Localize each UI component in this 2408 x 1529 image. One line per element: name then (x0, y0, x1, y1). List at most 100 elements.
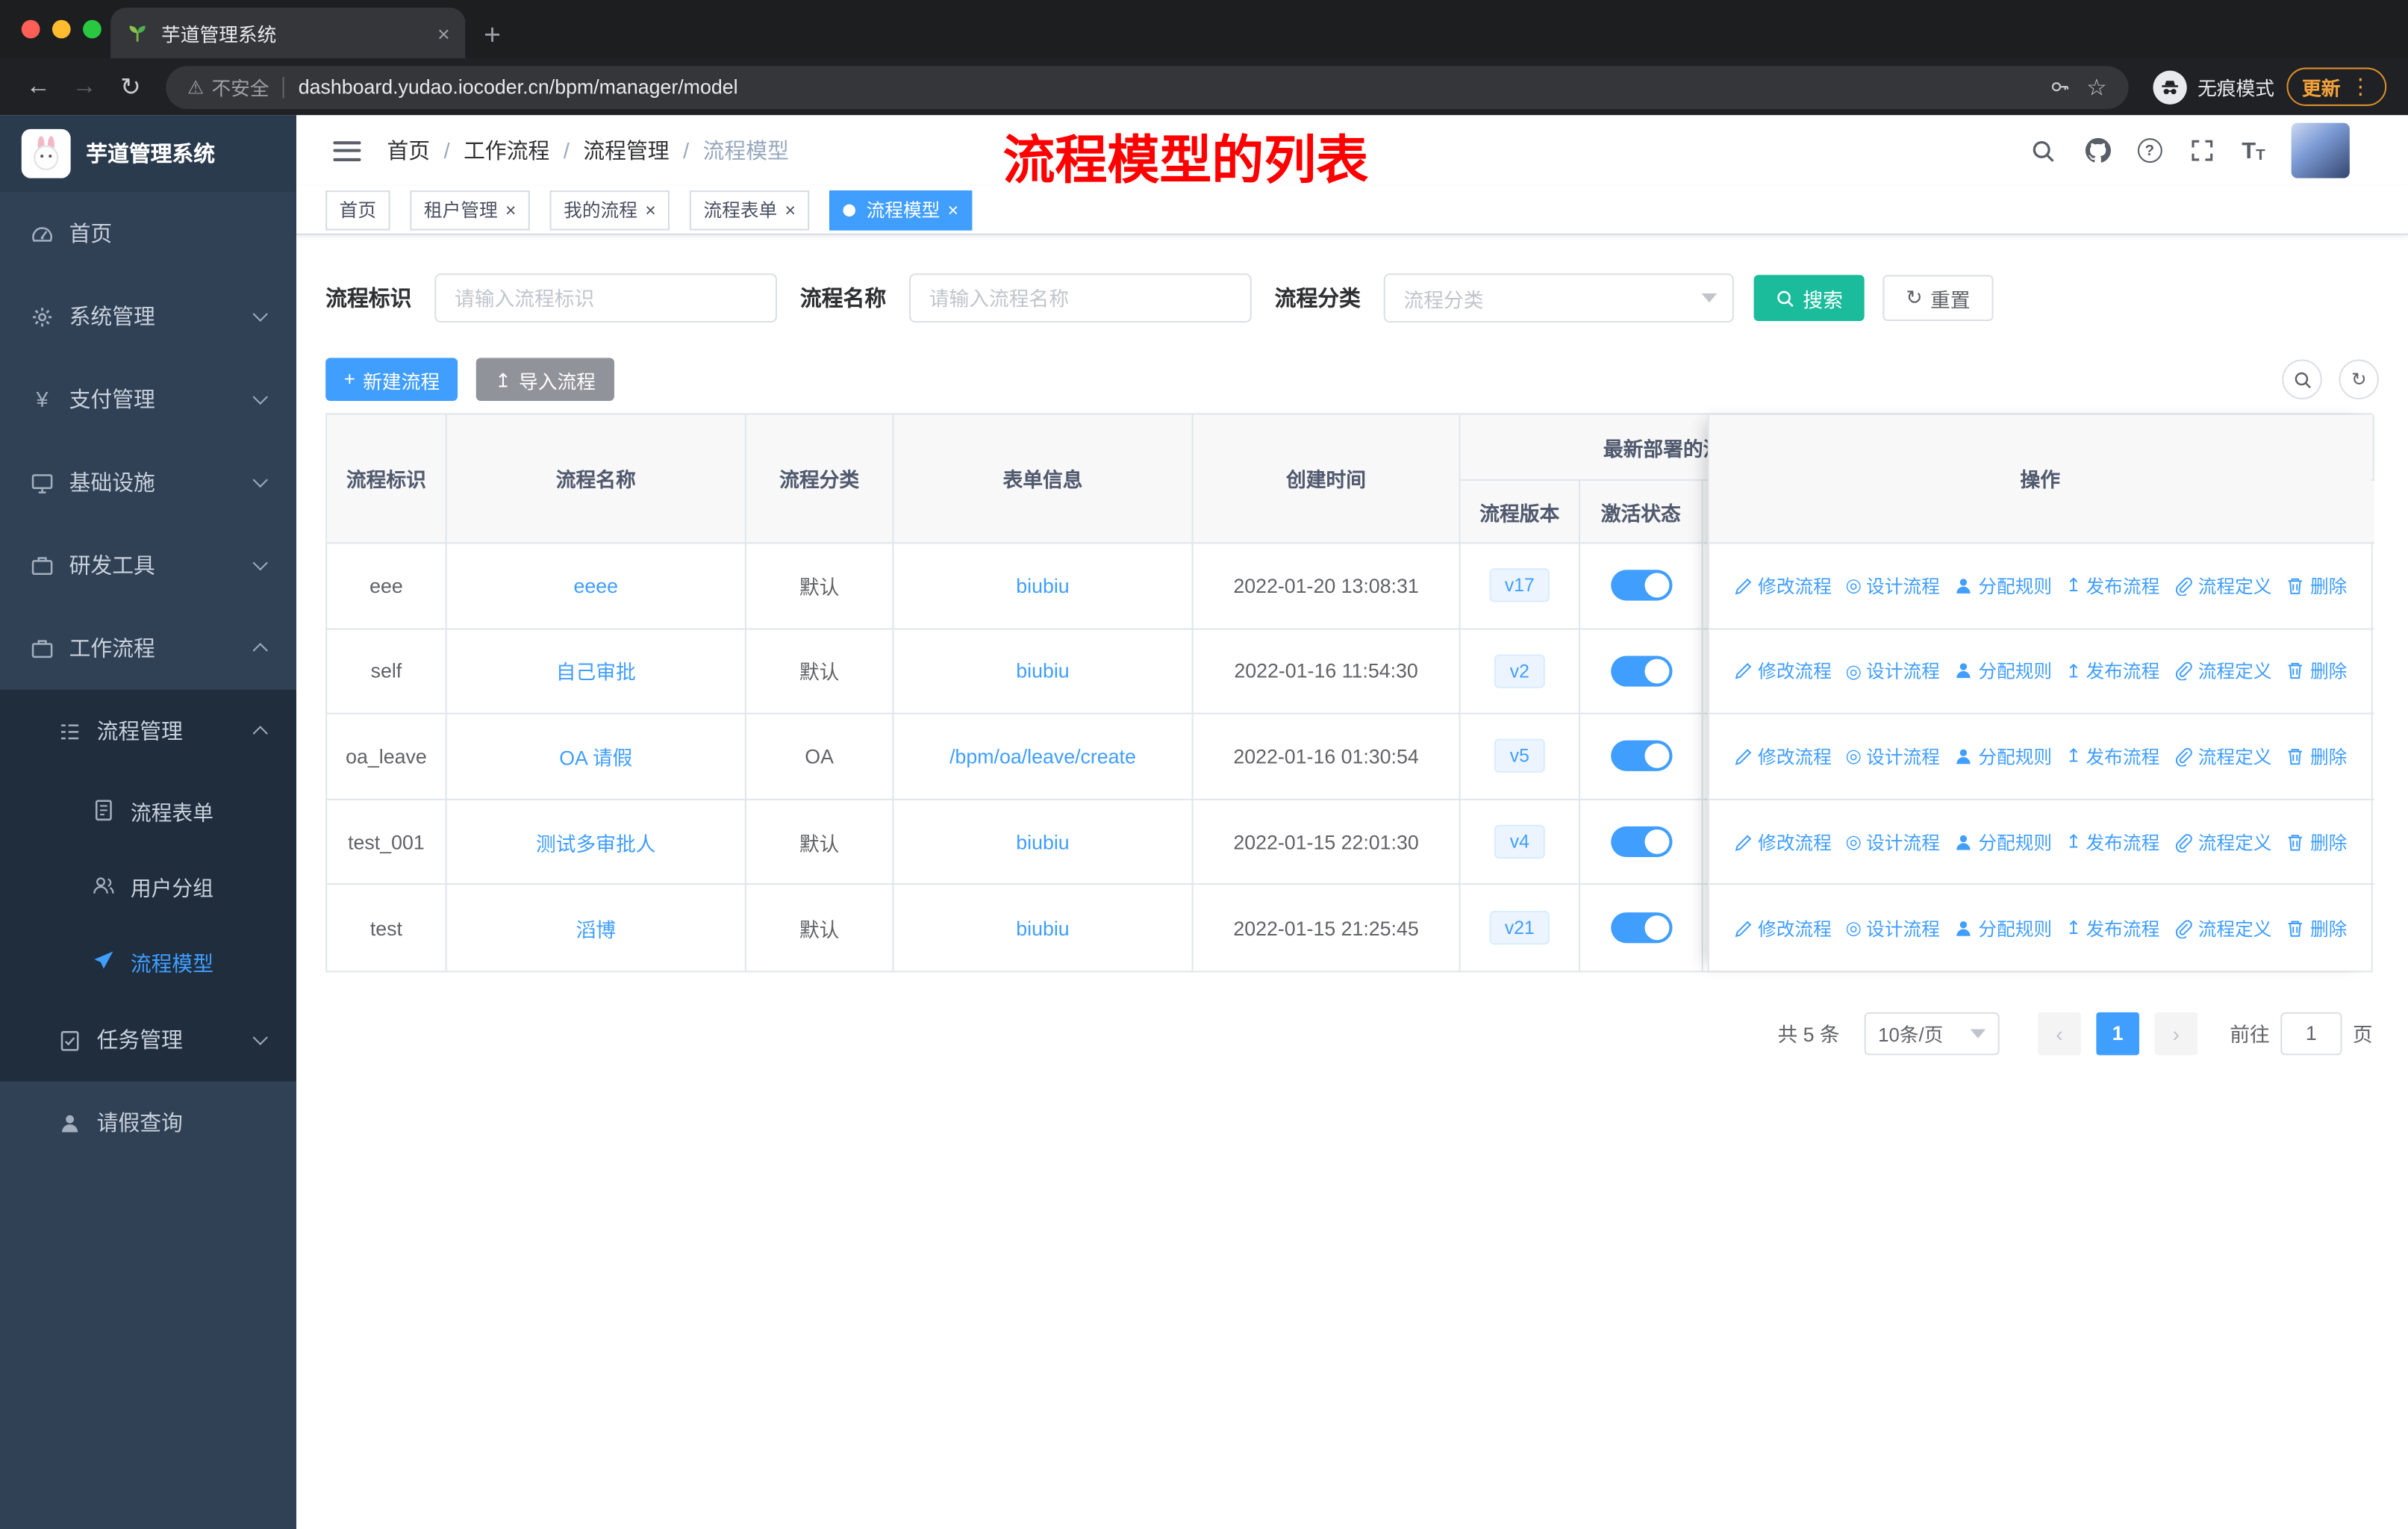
assign-rule-link[interactable]: 分配规则 (1953, 658, 2052, 684)
design-process-link[interactable]: ◎ 设计流程 (1845, 915, 1940, 941)
sidebar-item-task-mgmt[interactable]: 任务管理 (0, 998, 296, 1081)
search-button[interactable]: 搜索 (1753, 275, 1865, 321)
active-toggle[interactable] (1610, 655, 1672, 687)
process-name-input[interactable] (908, 273, 1252, 323)
github-icon[interactable] (2083, 137, 2111, 164)
close-icon[interactable]: × (645, 200, 655, 219)
form-link[interactable]: biubiu (1016, 830, 1069, 853)
process-name-link[interactable]: OA 请假 (559, 742, 632, 771)
design-process-link[interactable]: ◎ 设计流程 (1845, 658, 1940, 684)
assign-rule-link[interactable]: 分配规则 (1953, 744, 2052, 770)
modify-process-link[interactable]: 修改流程 (1733, 744, 1832, 770)
sidebar-item-process-form[interactable]: 流程表单 (0, 773, 296, 848)
assign-rule-link[interactable]: 分配规则 (1953, 573, 2052, 599)
process-definition-link[interactable]: 流程定义 (2174, 829, 2272, 855)
help-icon[interactable]: ? (2137, 138, 2162, 164)
active-toggle[interactable] (1610, 826, 1672, 858)
close-icon[interactable]: × (505, 200, 516, 219)
tag-tenant[interactable]: 租户管理 × (410, 190, 530, 230)
process-name-link[interactable]: 滔博 (576, 913, 616, 942)
zoom-window-button[interactable] (83, 19, 102, 39)
new-tab-button[interactable]: + (484, 22, 501, 51)
tab-close-icon[interactable]: × (437, 22, 450, 44)
tag-home[interactable]: 首页 (325, 190, 390, 230)
toggle-search-button[interactable] (2282, 359, 2322, 399)
font-size-icon[interactable]: TT (2242, 137, 2265, 164)
browser-update-button[interactable]: 更新 ⋮ (2286, 67, 2387, 106)
tag-process-form[interactable]: 流程表单 × (689, 190, 810, 230)
password-key-icon[interactable] (2050, 77, 2070, 97)
active-toggle[interactable] (1610, 912, 1672, 944)
process-definition-link[interactable]: 流程定义 (2174, 744, 2272, 770)
publish-process-link[interactable]: ↥ 发布流程 (2066, 915, 2160, 941)
delete-link[interactable]: 删除 (2286, 573, 2347, 599)
search-icon[interactable] (2030, 137, 2057, 164)
tag-my-process[interactable]: 我的流程 × (549, 190, 670, 230)
page-size-select[interactable]: 10条/页 (1864, 1012, 2000, 1056)
delete-link[interactable]: 删除 (2286, 829, 2347, 855)
bookmark-star-icon[interactable]: ☆ (2086, 73, 2107, 101)
process-key-input[interactable] (434, 273, 778, 323)
publish-process-link[interactable]: ↥ 发布流程 (2066, 744, 2160, 770)
avatar[interactable] (2291, 122, 2350, 178)
process-definition-link[interactable]: 流程定义 (2174, 573, 2272, 599)
kebab-menu-icon[interactable]: ⋮ (2350, 74, 2371, 100)
create-process-button[interactable]: + 新建流程 (325, 358, 458, 401)
process-name-link[interactable]: 测试多审批人 (536, 827, 656, 856)
modify-process-link[interactable]: 修改流程 (1733, 829, 1832, 855)
active-toggle[interactable] (1610, 741, 1672, 772)
page-number-1[interactable]: 1 (2096, 1012, 2139, 1056)
goto-page-input[interactable] (2280, 1012, 2342, 1056)
process-name-link[interactable]: eeee (574, 574, 619, 597)
prev-page-button[interactable]: ‹ (2038, 1012, 2081, 1056)
sidebar-item-leave-query[interactable]: 请假查询 (0, 1081, 296, 1164)
delete-link[interactable]: 删除 (2286, 658, 2347, 684)
publish-process-link[interactable]: ↥ 发布流程 (2066, 658, 2160, 684)
active-toggle[interactable] (1610, 570, 1672, 602)
assign-rule-link[interactable]: 分配规则 (1953, 829, 2052, 855)
delete-link[interactable]: 删除 (2286, 915, 2347, 941)
design-process-link[interactable]: ◎ 设计流程 (1845, 573, 1940, 599)
fullscreen-icon[interactable] (2188, 137, 2215, 164)
sidebar-logo[interactable]: 芋道管理系统 (0, 115, 297, 193)
close-icon[interactable]: × (948, 200, 958, 219)
sidebar-item-infra[interactable]: 基础设施 (0, 440, 296, 523)
minimize-window-button[interactable] (52, 19, 71, 39)
modify-process-link[interactable]: 修改流程 (1733, 573, 1832, 599)
browser-tab[interactable]: 芋道管理系统 × (110, 7, 466, 59)
sidebar-item-workflow[interactable]: 工作流程 (0, 607, 296, 690)
modify-process-link[interactable]: 修改流程 (1733, 658, 1832, 684)
close-icon[interactable]: × (785, 200, 796, 219)
import-process-button[interactable]: ↥ 导入流程 (476, 358, 614, 401)
breadcrumb-item[interactable]: 工作流程 (464, 135, 549, 166)
form-link[interactable]: biubiu (1016, 574, 1069, 597)
hamburger-icon[interactable] (333, 140, 361, 161)
form-link[interactable]: biubiu (1016, 917, 1069, 940)
assign-rule-link[interactable]: 分配规则 (1953, 915, 2052, 941)
publish-process-link[interactable]: ↥ 发布流程 (2066, 829, 2160, 855)
sidebar-item-user-group[interactable]: 用户分组 (0, 848, 296, 924)
category-select[interactable]: 流程分类 (1383, 273, 1734, 323)
process-definition-link[interactable]: 流程定义 (2174, 915, 2272, 941)
delete-link[interactable]: 删除 (2286, 744, 2347, 770)
reload-button[interactable]: ↻ (107, 63, 154, 110)
reset-button[interactable]: ↻ 重置 (1883, 275, 1994, 321)
address-bar[interactable]: ⚠ 不安全 dashboard.yudao.iocoder.cn/bpm/man… (166, 65, 2129, 109)
sidebar-item-system[interactable]: 系统管理 (0, 275, 296, 358)
breadcrumb-item[interactable]: 流程管理 (583, 135, 669, 166)
close-window-button[interactable] (21, 19, 40, 39)
refresh-table-button[interactable]: ↻ (2339, 359, 2379, 399)
publish-process-link[interactable]: ↥ 发布流程 (2066, 573, 2160, 599)
form-link[interactable]: biubiu (1016, 659, 1069, 682)
sidebar-item-process-mgmt[interactable]: 流程管理 (0, 690, 296, 773)
sidebar-item-payment[interactable]: ¥ 支付管理 (0, 358, 296, 440)
breadcrumb-item[interactable]: 首页 (387, 135, 430, 166)
process-definition-link[interactable]: 流程定义 (2174, 658, 2272, 684)
modify-process-link[interactable]: 修改流程 (1733, 915, 1832, 941)
form-link[interactable]: /bpm/oa/leave/create (949, 745, 1136, 768)
sidebar-item-home[interactable]: 首页 (0, 192, 296, 275)
sidebar-item-devtools[interactable]: 研发工具 (0, 524, 296, 607)
design-process-link[interactable]: ◎ 设计流程 (1845, 744, 1940, 770)
design-process-link[interactable]: ◎ 设计流程 (1845, 829, 1940, 855)
process-name-link[interactable]: 自己审批 (556, 656, 636, 685)
